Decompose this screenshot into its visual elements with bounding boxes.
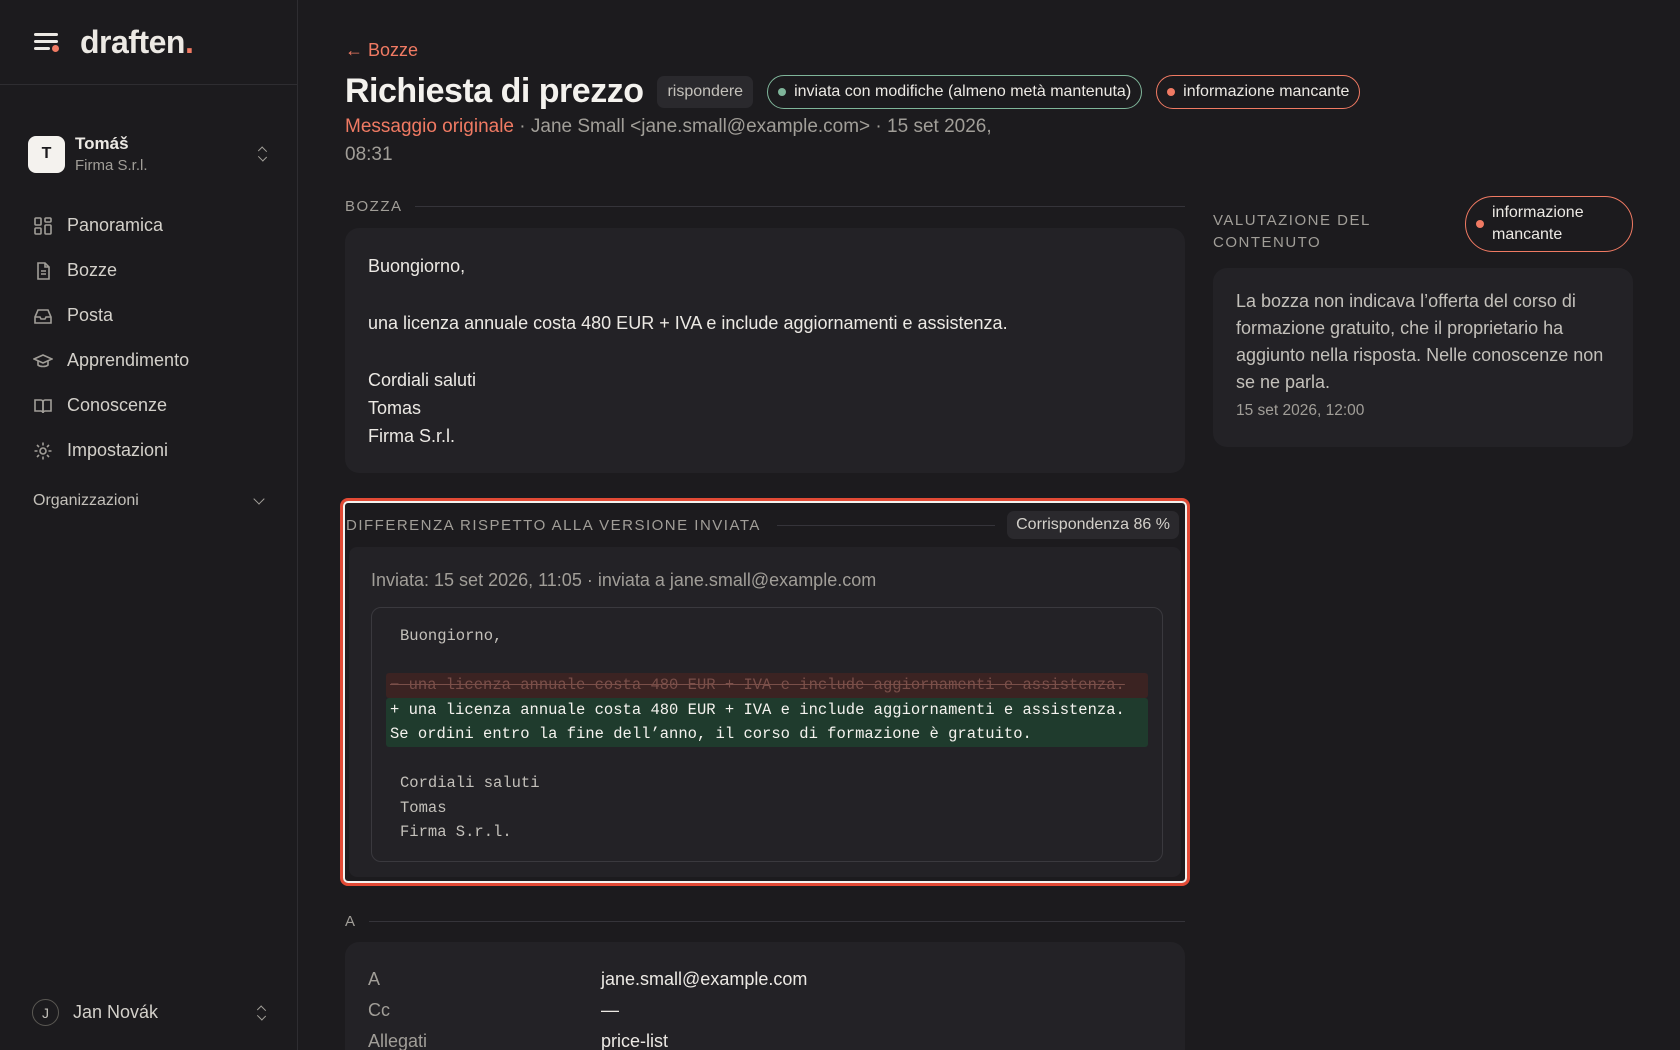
sidebar-item-bozze[interactable]: Bozze	[32, 248, 297, 293]
inbox-icon	[32, 305, 54, 327]
evaluation-card: La bozza non indicava l’offerta del cors…	[1213, 268, 1633, 447]
user-avatar: J	[32, 999, 59, 1026]
draft-signature-name: Tomas	[368, 398, 422, 418]
status-badge-sent: inviata con modifiche (almeno metà mante…	[767, 74, 1143, 109]
gear-icon	[32, 440, 54, 462]
sidebar-item-apprendimento[interactable]: Apprendimento	[32, 338, 297, 383]
draft-card: Buongiorno, una licenza annuale costa 48…	[345, 228, 1185, 473]
book-icon	[32, 395, 54, 417]
organizations-toggle[interactable]: Organizzazioni	[0, 481, 297, 521]
original-message-link[interactable]: Messaggio originale	[345, 116, 514, 137]
account-company: Firma S.r.l.	[75, 157, 148, 174]
account-name: Tomáš	[75, 134, 129, 153]
brand-logo[interactable]: draften.	[80, 24, 194, 61]
account-switcher[interactable]: T Tomáš Firma S.r.l.	[0, 85, 297, 191]
evaluation-status-badge: informazione mancante	[1465, 196, 1633, 252]
user-menu[interactable]: J Jan Novák	[32, 999, 268, 1026]
title-row: Richiesta di prezzo rispondere inviata c…	[345, 72, 1374, 111]
diff-section: Differenza rispetto alla versione inviat…	[340, 498, 1190, 886]
sidebar-item-impostazioni[interactable]: Impostazioni	[32, 428, 297, 473]
chevron-up-down-icon	[255, 145, 269, 163]
diff-viewer: Buongiorno, − una licenza annuale costa …	[371, 607, 1163, 862]
sidebar-item-label: Impostazioni	[67, 440, 169, 460]
recipient-row-attachments: Allegati price-list	[368, 1031, 669, 1050]
grid-icon	[32, 215, 54, 237]
diff-label: Differenza rispetto alla versione inviat…	[346, 516, 761, 534]
diff-line-added: + una licenza annuale costa 480 EUR + IV…	[386, 697, 1148, 747]
status-dot-icon	[778, 87, 787, 96]
sidebar: draften. T Tomáš Firma S.r.l. Panoramica…	[0, 0, 298, 1050]
back-link[interactable]: ← Bozze	[345, 40, 418, 61]
diff-section-header: Differenza rispetto alla versione inviat…	[346, 511, 1179, 539]
sidebar-nav: Panoramica Bozze Posta Apprendimento Con…	[0, 203, 297, 473]
diff-line: Firma S.r.l.	[400, 823, 512, 841]
attachment-link[interactable]: price-list	[601, 1031, 668, 1050]
type-tag: rispondere	[657, 75, 754, 108]
sent-info: Inviata: 15 set 2026, 11:05 · inviata a …	[371, 570, 877, 590]
evaluation-text: La bozza non indicava l’offerta del cors…	[1236, 291, 1604, 392]
diff-line: Buongiorno,	[400, 627, 503, 645]
draft-signature-company: Firma S.r.l.	[368, 426, 456, 446]
status-dot-icon	[1167, 87, 1176, 96]
draft-label: Bozza	[345, 198, 403, 215]
recipients-section-header: A	[345, 913, 1185, 930]
status-dot-icon	[1476, 220, 1484, 228]
sidebar-item-label: Panoramica	[67, 215, 164, 235]
menu-icon[interactable]	[34, 31, 60, 53]
diff-card: Inviata: 15 set 2026, 11:05 · inviata a …	[349, 547, 1181, 877]
document-icon	[32, 260, 54, 282]
diff-line: Tomas	[400, 798, 447, 817]
match-badge: Corrispondenza 86 %	[1007, 511, 1179, 539]
status-badge-missing: informazione mancante	[1156, 74, 1361, 109]
sidebar-item-label: Conoscenze	[67, 395, 168, 415]
graduation-cap-icon	[32, 350, 54, 372]
sidebar-item-label: Apprendimento	[67, 350, 190, 370]
recipients-card: Ajane.small@example.com Cc — Allegati pric…	[345, 942, 1185, 1050]
sidebar-item-label: Bozze	[67, 260, 118, 280]
sidebar-item-label: Posta	[67, 305, 114, 325]
account-avatar: T	[28, 135, 65, 173]
chevron-up-down-icon	[254, 1004, 268, 1022]
recipients-label: A	[345, 913, 357, 930]
diff-line: Cordiali saluti	[400, 774, 540, 792]
chevron-down-icon	[253, 493, 265, 505]
draft-section-header: Bozza	[345, 198, 1185, 215]
sidebar-item-conoscenze[interactable]: Conoscenze	[32, 383, 297, 428]
sidebar-item-panoramica[interactable]: Panoramica	[32, 203, 297, 248]
sidebar-item-posta[interactable]: Posta	[32, 293, 297, 338]
evaluation-label: Valutazione del contenuto	[1213, 212, 1371, 251]
draft-closing: Cordiali saluti	[368, 370, 477, 390]
recipient-row-cc: Cc —	[368, 1000, 619, 1020]
draft-body: una licenza annuale costa 480 EUR + IVA …	[368, 313, 1008, 333]
organizations-label: Organizzazioni	[33, 492, 139, 509]
message-meta: Messaggio originale · Jane Small <jane.s…	[345, 113, 995, 169]
brand: draften.	[0, 0, 297, 85]
diff-line-removed: − una licenza annuale costa 480 EUR + IV…	[386, 673, 1148, 698]
draft-greeting: Buongiorno,	[368, 256, 466, 276]
user-name: Jan Novák	[73, 1002, 159, 1022]
recipient-row-to: Ajane.small@example.com	[368, 969, 808, 989]
evaluation-timestamp: 15 set 2026, 12:00	[1236, 402, 1365, 419]
page-title: Richiesta di prezzo	[345, 72, 644, 110]
